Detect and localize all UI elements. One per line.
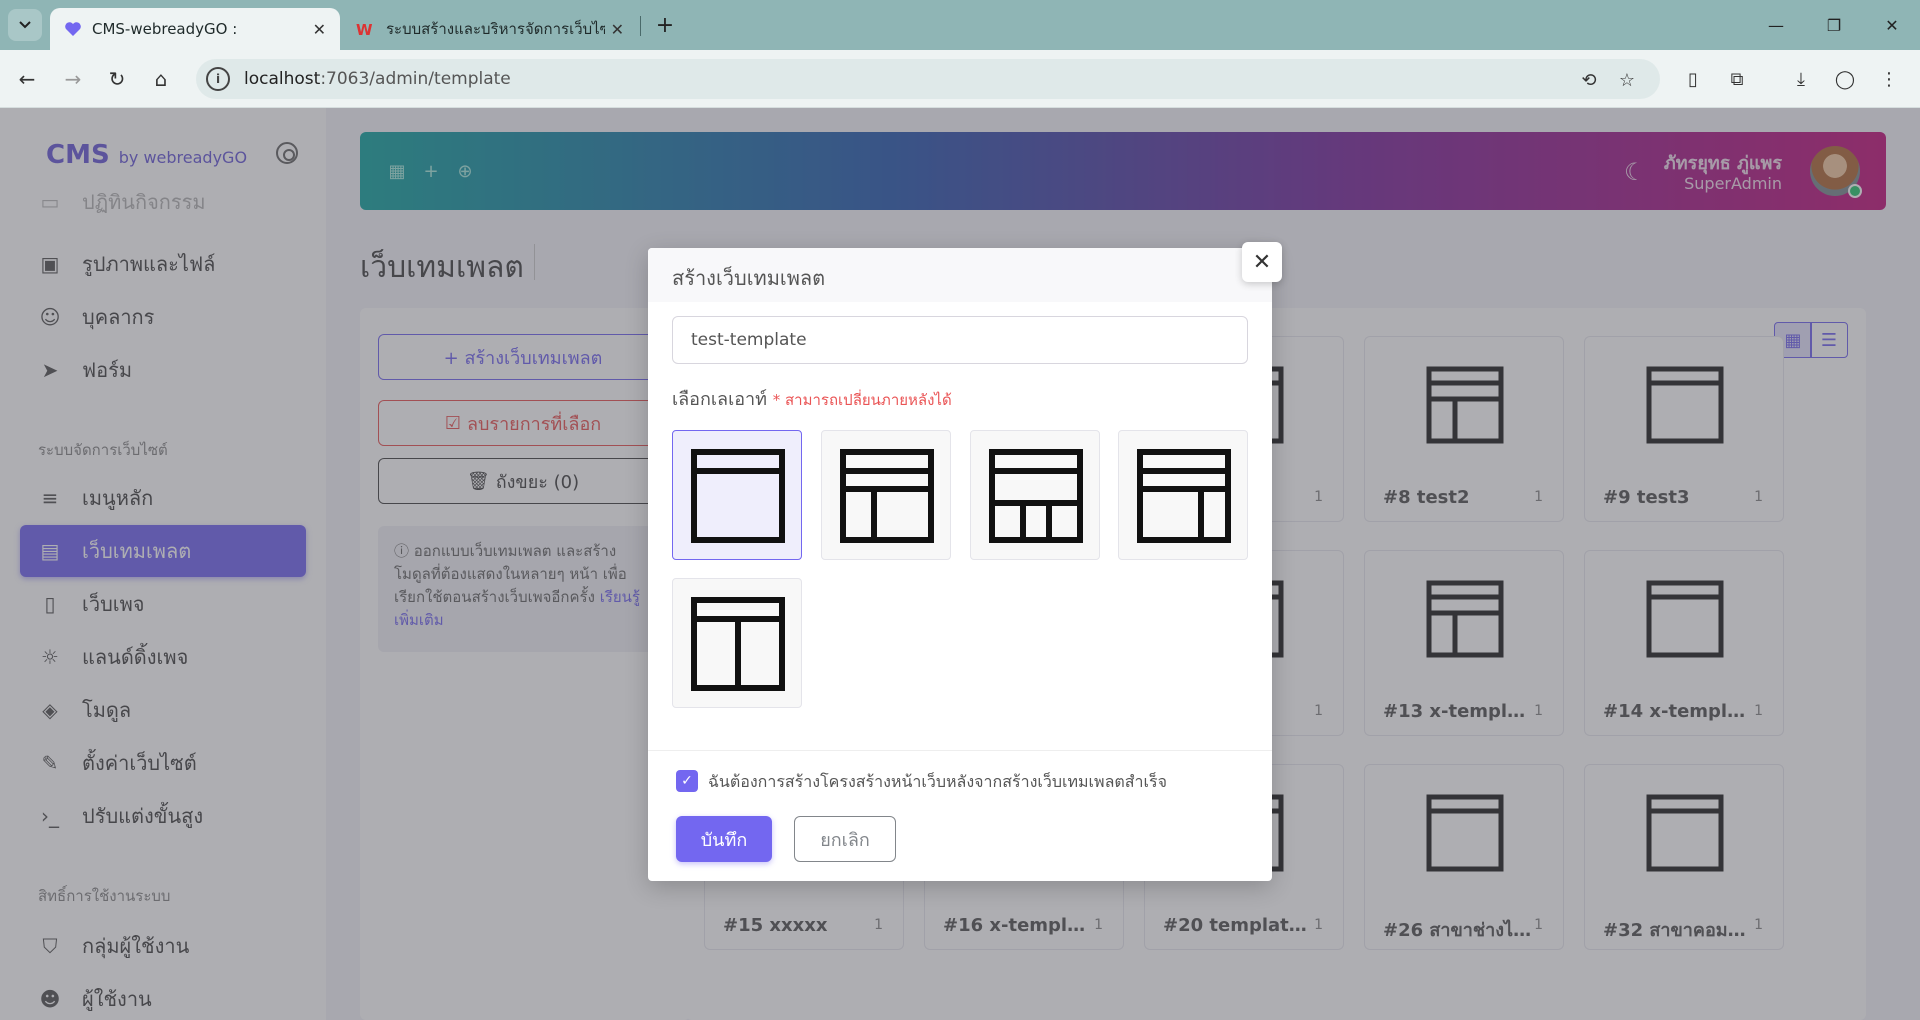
layout-option-1[interactable]: [672, 430, 802, 560]
modal-divider: [648, 750, 1272, 751]
reading-mode-icon[interactable]: ▯: [1678, 64, 1708, 94]
save-button[interactable]: บันทึก: [676, 816, 772, 862]
create-structure-label: ฉันต้องการสร้างโครงสร้างหน้าเว็บหลังจากส…: [708, 772, 1167, 791]
layout-right-sidebar-icon: [1137, 449, 1231, 543]
tab-title: ระบบสร้างและบริหารจัดการเว็บไซต์: [386, 20, 605, 38]
close-window-icon[interactable]: ✕: [1872, 10, 1912, 40]
home-icon[interactable]: ⌂: [146, 64, 176, 94]
translate-icon[interactable]: ⟲: [1576, 67, 1602, 93]
tab-close-icon[interactable]: ✕: [313, 20, 326, 39]
create-template-modal: สร้างเว็บเทมเพลต ✕ เลือกเลเอาท์ * สามารถ…: [648, 242, 1282, 881]
bookmark-star-icon[interactable]: ☆: [1614, 67, 1640, 93]
layout-option-5[interactable]: [672, 578, 802, 708]
tab-title: CMS-webreadyGO :: [92, 20, 238, 38]
download-icon[interactable]: ⤓: [1786, 64, 1816, 94]
layout-option-4[interactable]: [1118, 430, 1248, 560]
forward-arrow-icon[interactable]: →: [58, 64, 88, 94]
extensions-icon[interactable]: ⧉: [1722, 64, 1752, 94]
reload-icon[interactable]: ↻: [102, 64, 132, 94]
tab-close-icon[interactable]: ✕: [611, 20, 624, 39]
modal-close-icon[interactable]: ✕: [1242, 242, 1282, 282]
layout-three-col-icon: [989, 449, 1083, 543]
layout-split-icon: [691, 597, 785, 691]
template-name-input[interactable]: [672, 316, 1248, 364]
browser-tabbar: CMS-webreadyGO : ✕ W ระบบสร้างและบริหารจ…: [0, 0, 1920, 50]
modal-header: สร้างเว็บเทมเพลต: [648, 248, 1272, 302]
back-arrow-icon[interactable]: ←: [12, 64, 42, 94]
tab-search-chevron-icon[interactable]: [8, 9, 42, 41]
wf-logo-icon: W: [356, 21, 373, 38]
layout-label: เลือกเลเอาท์ * สามารถเปลี่ยนภายหลังได้: [672, 389, 952, 410]
modal-title: สร้างเว็บเทมเพลต: [672, 266, 826, 290]
site-info-icon[interactable]: i: [206, 67, 230, 91]
layout-option-3[interactable]: [970, 430, 1100, 560]
minimize-icon[interactable]: —: [1756, 10, 1796, 40]
restore-icon[interactable]: ❐: [1814, 10, 1854, 40]
browser-tab-cms[interactable]: CMS-webreadyGO : ✕: [50, 8, 340, 50]
layout-full-icon: [691, 449, 785, 543]
create-structure-checkbox[interactable]: ✓: [676, 770, 698, 792]
address-bar[interactable]: i localhost:7063/admin/template ⟲ ☆: [196, 59, 1660, 99]
browser-tab-wf[interactable]: W ระบบสร้างและบริหารจัดการเว็บไซต์ ✕: [342, 8, 638, 50]
layout-option-2[interactable]: [821, 430, 951, 560]
browser-toolbar: ← → ↻ ⌂ i localhost:7063/admin/template …: [0, 50, 1920, 108]
tab-separator: [640, 16, 641, 36]
heart-icon: [65, 22, 81, 36]
new-tab-plus-icon[interactable]: +: [650, 10, 680, 40]
more-menu-icon[interactable]: ⋮: [1874, 64, 1904, 94]
layout-two-col-icon: [840, 449, 934, 543]
cancel-button[interactable]: ยกเลิก: [794, 816, 896, 862]
layout-note: * สามารถเปลี่ยนภายหลังได้: [772, 391, 952, 409]
profile-icon[interactable]: ◯: [1830, 64, 1860, 94]
url-text: localhost:7063/admin/template: [244, 69, 511, 89]
svg-text:W: W: [356, 21, 373, 38]
